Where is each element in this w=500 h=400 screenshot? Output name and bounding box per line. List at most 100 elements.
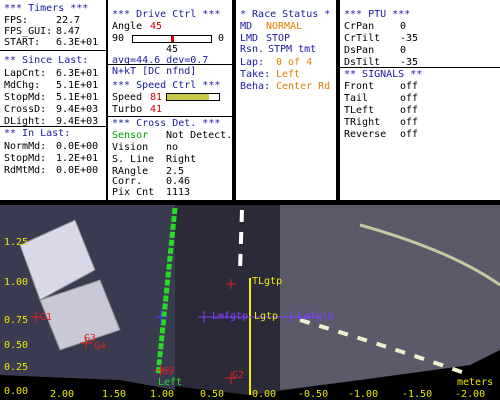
x-tick: 1.50 — [102, 389, 127, 400]
cross-value: 1113 — [166, 187, 191, 198]
signal-label: Tail — [344, 93, 369, 104]
nkt-status: N+kT [DC nfnd] — [112, 66, 197, 77]
ptu-value: 0 — [400, 21, 407, 32]
angle-value: 45 — [150, 21, 163, 32]
g4-label: G4 — [94, 341, 107, 352]
cross-label: S. Line — [112, 154, 155, 165]
speed-value: 81 — [150, 92, 163, 103]
timer-value: 5.1E+01 — [56, 92, 99, 103]
divider — [108, 64, 232, 65]
speed-ctrl-header: *** Speed Ctrl *** — [112, 80, 221, 91]
timer-value: 22.7 — [56, 15, 81, 26]
g9-label: G9 — [162, 366, 175, 377]
timer-value: 6.3E+01 — [56, 68, 99, 79]
cross-value: Right — [166, 154, 197, 165]
since-last-header: ** Since Last: — [4, 55, 89, 66]
speed-label: Speed — [112, 92, 143, 103]
x-tick: -1.00 — [348, 389, 379, 400]
speed-bar-fill — [167, 94, 210, 100]
left-label: Left — [158, 377, 183, 388]
signal-label: TRight — [344, 117, 381, 128]
timer-label: RdMtMd: — [4, 165, 47, 176]
ptu-value: 0 — [400, 45, 407, 56]
angle-bar-max: 0 — [218, 33, 225, 44]
cross-label: Sensor — [112, 130, 149, 141]
cross-value: no — [166, 142, 179, 153]
race-label: Beha: — [240, 81, 271, 92]
y-tick: 1.25 — [4, 237, 29, 248]
lmfgtp2-label: Lmfgtp — [298, 311, 335, 322]
timer-label: MdChg: — [4, 80, 41, 91]
timers-panel: *** Timers *** FPS: 22.7 FPS_GUI: 8.47 S… — [0, 0, 106, 200]
timer-value: 0.0E+00 — [56, 165, 99, 176]
angle-bar-min: 90 — [112, 33, 125, 44]
race-value: Left — [276, 69, 301, 80]
lmfgtp-label: Lmfgtp — [212, 311, 249, 322]
x-tick: 1.00 — [150, 389, 175, 400]
signal-value: off — [400, 93, 419, 104]
x-tick: 0.00 — [252, 389, 277, 400]
timer-label: CrossD: — [4, 104, 47, 115]
race-value: NORMAL — [266, 21, 303, 32]
speed-bar — [166, 93, 220, 101]
tlgtp-label: TLgtp — [252, 276, 283, 287]
timer-label: FPS_GUI: — [4, 26, 53, 37]
divider — [0, 126, 106, 127]
race-value: STPM tmt — [268, 44, 317, 55]
race-label: Take: — [240, 69, 271, 80]
timer-label: NormMd: — [4, 141, 47, 152]
x-tick: -0.50 — [298, 389, 329, 400]
g2-label: G2 — [232, 370, 245, 381]
cross-value: 0.46 — [166, 176, 191, 187]
angle-bar-marker — [171, 36, 174, 42]
signal-value: off — [400, 105, 419, 116]
turbo-value: 41 — [150, 104, 163, 115]
signal-value: off — [400, 117, 419, 128]
race-label: Lap: — [240, 57, 265, 68]
race-status-panel: * Race Status * MD NORMAL LMD STOP Rsn. … — [236, 0, 336, 200]
ptu-header: *** PTU *** — [344, 9, 411, 20]
turbo-label: Turbo — [112, 104, 143, 115]
timer-label: FPS: — [4, 15, 29, 26]
g1-label: G1 — [40, 312, 53, 323]
drive-panel: *** Drive Ctrl *** Angle 45 90 0 45 avg=… — [108, 0, 232, 200]
timer-label: LapCnt: — [4, 68, 47, 79]
ptu-label: CrTilt — [344, 33, 381, 44]
timer-value: 9.4E+03 — [56, 104, 99, 115]
race-value: STOP — [266, 33, 291, 44]
timer-value: 8.47 — [56, 26, 81, 37]
camera-scene — [0, 205, 500, 395]
ptu-value: -35 — [400, 33, 419, 44]
race-label: Rsn. — [240, 44, 265, 55]
y-tick: 1.00 — [4, 277, 29, 288]
drive-ctrl-header: *** Drive Ctrl *** — [112, 9, 221, 20]
y-tick-zero: 0.00 — [4, 386, 29, 397]
signal-label: TLeft — [344, 105, 375, 116]
ptu-label: CrPan — [344, 21, 375, 32]
timer-value: 0.0E+00 — [56, 141, 99, 152]
signal-value: off — [400, 129, 419, 140]
y-tick: 0.75 — [4, 315, 29, 326]
angle-bar — [132, 35, 212, 43]
white-dashed-line — [238, 209, 244, 271]
x-tick: 0.50 — [200, 389, 225, 400]
cross-label: Corr. — [112, 176, 143, 187]
units-label: meters — [457, 377, 494, 388]
timer-label: START: — [4, 37, 41, 48]
divider — [108, 116, 232, 117]
divider — [0, 50, 106, 51]
cross-label: Pix Cnt — [112, 187, 155, 198]
timer-value: 6.3E+01 — [56, 37, 99, 48]
in-last-header: ** In Last: — [4, 128, 71, 139]
timer-value: 5.1E+01 — [56, 80, 99, 91]
cross-det-header: *** Cross Det. *** — [112, 118, 221, 129]
ptu-label: DsPan — [344, 45, 375, 56]
x-tick: 2.00 — [50, 389, 75, 400]
race-value: 0 of 4 — [276, 57, 313, 68]
timer-label: StopMd: — [4, 153, 47, 164]
angle-bar-center: 45 — [166, 44, 179, 55]
timers-header: *** Timers *** — [4, 3, 89, 14]
cross-label: Vision — [112, 142, 149, 153]
signals-header: ** SIGNALS ** — [344, 69, 423, 80]
timer-label: StopMd: — [4, 92, 47, 103]
